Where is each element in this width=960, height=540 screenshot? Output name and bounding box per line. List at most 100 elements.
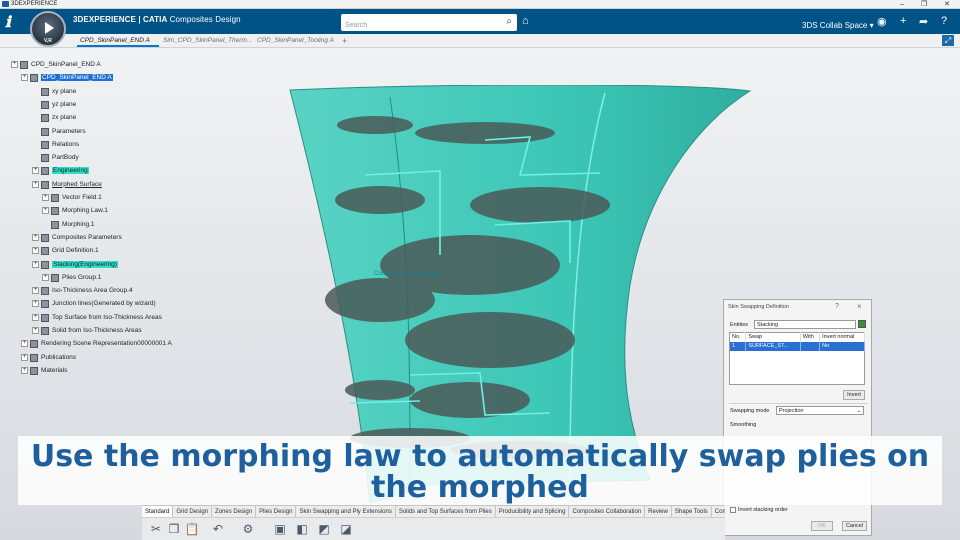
add-icon[interactable]: + [900, 15, 906, 27]
expand-icon[interactable]: + [32, 300, 39, 308]
entities-selector-icon[interactable] [858, 320, 866, 328]
view-icon[interactable]: ◧ [294, 521, 310, 537]
expand-icon[interactable]: + [32, 313, 39, 321]
entities-field[interactable]: Stacking [754, 320, 856, 329]
expand-icon[interactable]: + [32, 327, 39, 334]
close-window-button[interactable]: ✕ [940, 0, 954, 9]
expand-icon[interactable]: + [32, 167, 39, 175]
action-tab-shape-tools[interactable]: Shape Tools [672, 506, 712, 517]
action-tab-review[interactable]: Review [645, 506, 672, 517]
select-icon[interactable]: ▣ [272, 521, 288, 537]
invert-button[interactable]: Invert [843, 390, 865, 400]
undo-icon[interactable]: ↶ [210, 521, 226, 537]
expand-icon[interactable]: + [32, 247, 39, 255]
expand-icon[interactable]: + [42, 194, 49, 201]
tree-node-materials[interactable]: + Materials [21, 366, 67, 376]
expand-icon[interactable]: + [32, 287, 39, 295]
expand-icon[interactable]: + [32, 180, 39, 188]
tree-node-junction-lines[interactable]: + Junction lines(Generated by wizard) [32, 299, 156, 309]
maximize-button[interactable]: ❐ [917, 0, 931, 9]
expand-icon[interactable]: + [11, 61, 18, 68]
action-tab-plies-design[interactable]: Plies Design [256, 506, 297, 517]
tree-node-relations[interactable]: Relations [41, 140, 79, 150]
dialog-close-icon[interactable]: × [857, 302, 862, 311]
cell-invert-normal[interactable]: No [819, 341, 865, 351]
cell-swap[interactable]: SURFACE_ST... [745, 341, 801, 351]
tree-node-morphing[interactable]: Morphing.1 [51, 220, 95, 230]
tree-node-part[interactable]: + CPD_SkinPanel_END A [21, 73, 113, 83]
tree-node-grid-definition[interactable]: + Grid Definition.1 [32, 246, 99, 256]
new-tab-button[interactable]: + [342, 36, 347, 46]
tree-node-morphing-law[interactable]: + Morphing Law.1 [42, 206, 108, 216]
action-bar: ✂ ❐ 📋 ↶ ⚙ ▣ ◧ ◩ ◪ [142, 517, 725, 540]
expand-icon[interactable]: + [21, 340, 28, 348]
measure-icon[interactable]: ◩ [316, 521, 332, 537]
tree-node-rendering-scene[interactable]: + Rendering Scene Representation00000001 … [21, 339, 172, 349]
action-tab-zones-design[interactable]: Zones Design [212, 506, 257, 517]
tree-node-plies-group[interactable]: + Plies Group.1 [42, 273, 101, 283]
tree-node-zx-plane[interactable]: zx plane [41, 113, 76, 123]
compass-widget[interactable]: V,R [30, 11, 66, 47]
paste-icon[interactable]: 📋 [184, 521, 200, 537]
tree-node-icon [51, 194, 59, 202]
dialog-title: Skin Swapping Definition [728, 304, 789, 310]
expand-icon[interactable]: + [21, 74, 28, 82]
copy-icon[interactable]: ❐ [166, 521, 182, 537]
scissors-icon[interactable]: ✂ [148, 521, 164, 537]
expand-icon[interactable]: + [32, 260, 39, 268]
search-input[interactable] [345, 18, 495, 33]
help-icon[interactable]: ? [941, 15, 947, 27]
tag-icon[interactable]: ⌂ [522, 15, 529, 27]
action-tab-composite[interactable]: Composite [712, 506, 725, 517]
tree-node-xy-plane[interactable]: xy plane [41, 87, 76, 97]
dialog-help-icon[interactable]: ? [835, 303, 839, 310]
tree-node-iso-thickness-area-group[interactable]: + Iso-Thickness Area Group.4 [32, 286, 133, 296]
tree-node-vector-field[interactable]: + Vector Field.1 [42, 193, 102, 203]
expand-icon[interactable]: + [42, 207, 49, 215]
tree-node-partbody[interactable]: PartBody [41, 153, 79, 163]
tree-node-top-surface[interactable]: + Top Surface from Iso-Thickness Areas [32, 313, 162, 323]
tree-node-stacking[interactable]: + Stacking(Engineering) [32, 260, 118, 270]
tab-cpd-skinpanel-tooling[interactable]: CPD_SkinPanel_Tooling A [257, 37, 334, 44]
tree-node-publications[interactable]: + Publications [21, 353, 77, 363]
swapping-mode-label: Swapping mode [730, 408, 770, 414]
cell-no[interactable]: 1 [729, 341, 747, 351]
cell-with[interactable] [800, 341, 821, 351]
expand-icon[interactable]: + [21, 353, 28, 361]
action-bar-tabs: Standard Grid Design Zones Design Plies Des… [142, 505, 725, 517]
search-icon[interactable]: ⌕ [506, 16, 512, 27]
tree-node-composites-parameters[interactable]: + Composites Parameters [32, 233, 122, 243]
user-avatar-icon[interactable]: ◉ [877, 15, 887, 28]
fullscreen-icon[interactable]: ⤢ [942, 35, 954, 46]
update-icon[interactable]: ⚙ [240, 521, 256, 537]
action-tab-skin-swapping-and-ply-extensions[interactable]: Skin Swapping and Ply Extensions [296, 506, 396, 517]
action-tab-standard[interactable]: Standard [142, 506, 174, 517]
swapping-mode-value: Projection [779, 408, 804, 414]
tree-node-icon [41, 327, 49, 335]
tab-sim-cpd-skinpanel[interactable]: Sim_CPD_SkinPanel_Therm... [163, 37, 252, 44]
tab-cpd-skinpanel-end[interactable]: CPD_SkinPanel_END A [80, 37, 150, 44]
tree-node-solid-from-iso[interactable]: + Solid from Iso-Thickness Areas [32, 326, 142, 336]
tree-node-label: Publications [41, 353, 77, 361]
swapping-mode-select[interactable]: Projection ⌄ [776, 406, 864, 415]
action-tab-composites-collaboration[interactable]: Composites Collaboration [569, 506, 646, 517]
tree-node-yz-plane[interactable]: yz plane [41, 100, 76, 110]
tree-node-parameters[interactable]: Parameters [41, 127, 86, 137]
action-tab-grid-design[interactable]: Grid Design [173, 506, 213, 517]
collab-space-selector[interactable]: 3DS Collab Space ▾ [802, 21, 874, 30]
expand-icon[interactable]: + [42, 273, 49, 281]
tree-node-morphed-surface[interactable]: + Morphed Surface [32, 180, 102, 190]
expand-icon[interactable]: + [32, 233, 39, 241]
minimize-button[interactable]: – [895, 0, 909, 9]
expand-icon[interactable]: + [21, 366, 28, 374]
share-icon[interactable]: ➦ [919, 15, 928, 28]
action-tab-solids-and-top-surfaces-from-plies[interactable]: Solids and Top Surfaces from Plies [396, 506, 496, 517]
tree-node-label: Parameters [52, 127, 86, 135]
3ds-logo[interactable]: ℹ [5, 13, 11, 31]
tree-node-root[interactable]: + CPD_SkinPanel_END A [11, 60, 101, 70]
action-tab-producibility-and-splicing[interactable]: Producibility and Splicing [496, 506, 570, 517]
apply-icon[interactable]: ◪ [338, 521, 354, 537]
tree-node-engineering[interactable]: + Engineering [32, 166, 89, 176]
search-box[interactable]: ⌕ [341, 14, 517, 33]
table-row[interactable]: 1 SURFACE_ST... No [729, 341, 865, 351]
